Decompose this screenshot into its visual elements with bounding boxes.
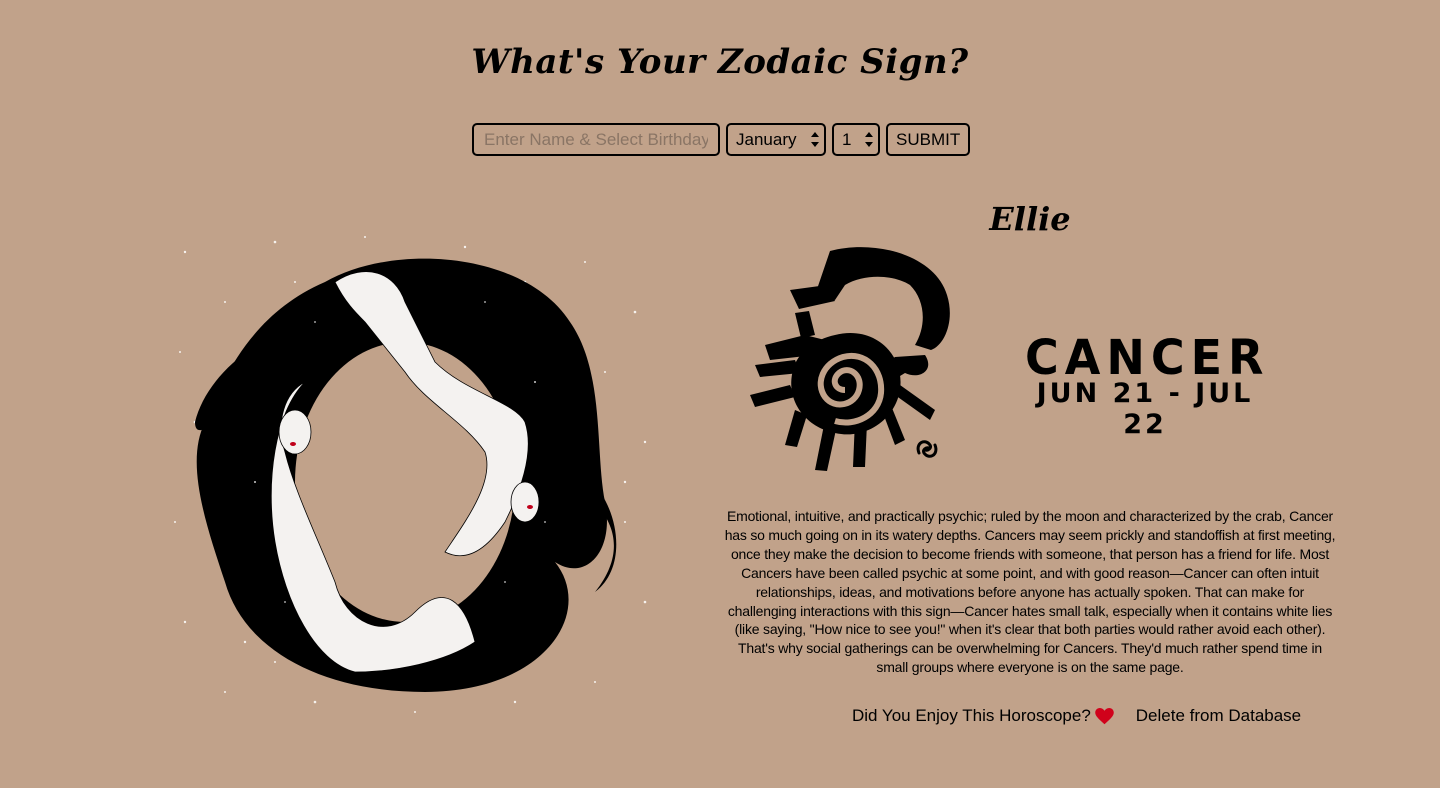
select-arrows-icon	[865, 132, 873, 148]
enjoy-label: Did You Enjoy This Horoscope?	[852, 706, 1091, 725]
day-select[interactable]: 1	[832, 123, 880, 156]
heart-icon[interactable]	[1095, 707, 1114, 725]
cancer-crab-icon	[750, 247, 950, 471]
submit-button[interactable]: SUBMIT	[886, 123, 971, 156]
page: What's Your Zodaic Sign? January 1 SUBMI…	[0, 0, 1440, 788]
user-name: Ellie	[989, 200, 1071, 238]
delete-from-database-button[interactable]: Delete from Database	[1136, 706, 1301, 726]
page-title: What's Your Zodaic Sign?	[471, 42, 969, 82]
name-input[interactable]	[472, 123, 720, 156]
zodiac-sign-name: CANCER	[1025, 328, 1270, 386]
horoscope-description: Emotional, intuitive, and practically ps…	[724, 508, 1336, 676]
select-arrows-icon	[811, 132, 819, 148]
birthday-form: January 1 SUBMIT	[472, 123, 971, 156]
month-select[interactable]: January	[726, 123, 826, 156]
month-select-value: January	[736, 129, 797, 149]
zodiac-sign-dates: JUN 21 - JUL 22	[1036, 378, 1254, 440]
horoscope-actions: Did You Enjoy This Horoscope? Delete fro…	[852, 706, 1301, 726]
day-select-value: 1	[842, 129, 852, 149]
enjoy-horoscope-button[interactable]: Did You Enjoy This Horoscope?	[852, 706, 1114, 726]
zodiac-illustration	[165, 222, 660, 720]
